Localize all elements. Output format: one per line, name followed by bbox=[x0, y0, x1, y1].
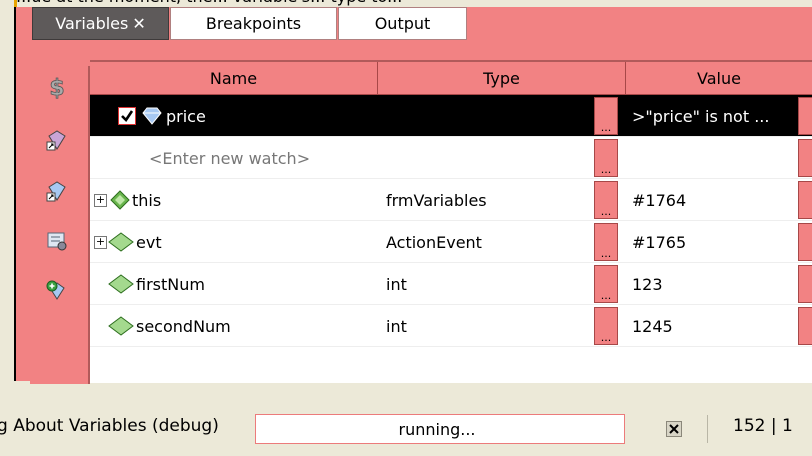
variable-row-firstnum[interactable]: firstNum int ... 123 bbox=[90, 263, 812, 305]
field-diamond-icon bbox=[108, 221, 134, 263]
debug-toolbar: $ bbox=[30, 66, 90, 384]
add-watch-icon[interactable] bbox=[44, 278, 70, 304]
column-header-type[interactable]: Type bbox=[378, 62, 626, 95]
watch-name: price bbox=[166, 106, 206, 126]
close-icon[interactable]: ✕ bbox=[132, 14, 145, 33]
variable-value: 1245 bbox=[632, 316, 673, 336]
variable-row-secondnum[interactable]: secondNum int ... 1245 bbox=[90, 305, 812, 347]
new-watch-icon[interactable] bbox=[44, 127, 70, 153]
variable-value: #1765 bbox=[632, 232, 687, 252]
variable-name: evt bbox=[136, 232, 162, 252]
value-ellipsis-button[interactable] bbox=[798, 181, 812, 219]
type-ellipsis-button[interactable]: ... bbox=[594, 307, 618, 345]
column-header-name-label: Name bbox=[209, 68, 258, 88]
variable-row-evt[interactable]: + evt ActionEvent ... #1765 bbox=[90, 221, 812, 263]
type-ellipsis-button[interactable]: ... bbox=[594, 181, 618, 219]
column-header-name[interactable]: Name bbox=[90, 62, 378, 95]
tab-breakpoints[interactable]: Breakpoints bbox=[170, 7, 337, 40]
type-ellipsis-button[interactable]: ... bbox=[594, 223, 618, 261]
status-separator bbox=[707, 415, 708, 443]
variables-table: Name Type Value price ... >"price" is no… bbox=[90, 60, 812, 383]
variable-type: ActionEvent bbox=[386, 232, 482, 252]
column-header-value-label: Value bbox=[697, 68, 741, 88]
tab-breakpoints-label: Breakpoints bbox=[205, 14, 302, 33]
type-ellipsis-button[interactable]: ... bbox=[594, 139, 618, 177]
variable-type: int bbox=[386, 316, 407, 336]
progress-text: running... bbox=[398, 419, 476, 439]
new-watch-placeholder[interactable]: <Enter new watch> bbox=[149, 137, 310, 179]
tab-variables-label: Variables bbox=[55, 14, 129, 33]
type-ellipsis-button[interactable]: ... bbox=[594, 97, 618, 135]
variable-name: this bbox=[132, 190, 162, 210]
value-ellipsis-button[interactable] bbox=[798, 139, 812, 177]
type-ellipsis-button[interactable]: ... bbox=[594, 265, 618, 303]
expand-icon[interactable]: + bbox=[94, 194, 107, 207]
expand-icon[interactable]: + bbox=[94, 236, 107, 249]
tab-variables[interactable]: Variables ✕ bbox=[32, 7, 169, 40]
field-diamond-icon bbox=[108, 263, 134, 305]
value-ellipsis-button[interactable] bbox=[798, 97, 812, 135]
value-ellipsis-button[interactable] bbox=[798, 307, 812, 345]
cancel-icon[interactable] bbox=[665, 420, 683, 438]
svg-text:$: $ bbox=[49, 76, 64, 100]
status-bar: g About Variables (debug) running... 152… bbox=[0, 403, 812, 456]
cursor-position: 152 | 1 bbox=[733, 416, 793, 436]
watch-row-price[interactable]: price ... >"price" is not ... bbox=[90, 95, 812, 137]
watch-checkbox[interactable] bbox=[118, 95, 136, 137]
variable-type: frmVariables bbox=[386, 190, 487, 210]
variable-row-this[interactable]: + this frmVariables ... #1764 bbox=[90, 179, 812, 221]
watch-gem-icon bbox=[141, 95, 163, 137]
value-ellipsis-button[interactable] bbox=[798, 265, 812, 303]
settings-icon[interactable] bbox=[44, 228, 70, 254]
watch-value: >"price" is not ... bbox=[632, 106, 770, 126]
value-ellipsis-button[interactable] bbox=[798, 223, 812, 261]
tab-output[interactable]: Output bbox=[338, 7, 467, 40]
new-watch-row[interactable]: <Enter new watch> ... bbox=[90, 137, 812, 179]
variable-type: int bbox=[386, 274, 407, 294]
status-label: g About Variables (debug) bbox=[0, 416, 219, 436]
field-diamond-icon bbox=[108, 305, 134, 347]
local-variables-icon[interactable] bbox=[44, 178, 70, 204]
column-header-value[interactable]: Value bbox=[626, 62, 812, 95]
variable-value: 123 bbox=[632, 274, 663, 294]
variable-value: #1764 bbox=[632, 190, 687, 210]
variable-name: firstNum bbox=[136, 274, 205, 294]
field-diamond-icon bbox=[110, 179, 130, 221]
variable-name: secondNum bbox=[136, 316, 231, 336]
column-header-type-label: Type bbox=[483, 68, 520, 88]
tab-output-label: Output bbox=[374, 14, 431, 33]
dollar-icon[interactable]: $ bbox=[44, 74, 70, 100]
